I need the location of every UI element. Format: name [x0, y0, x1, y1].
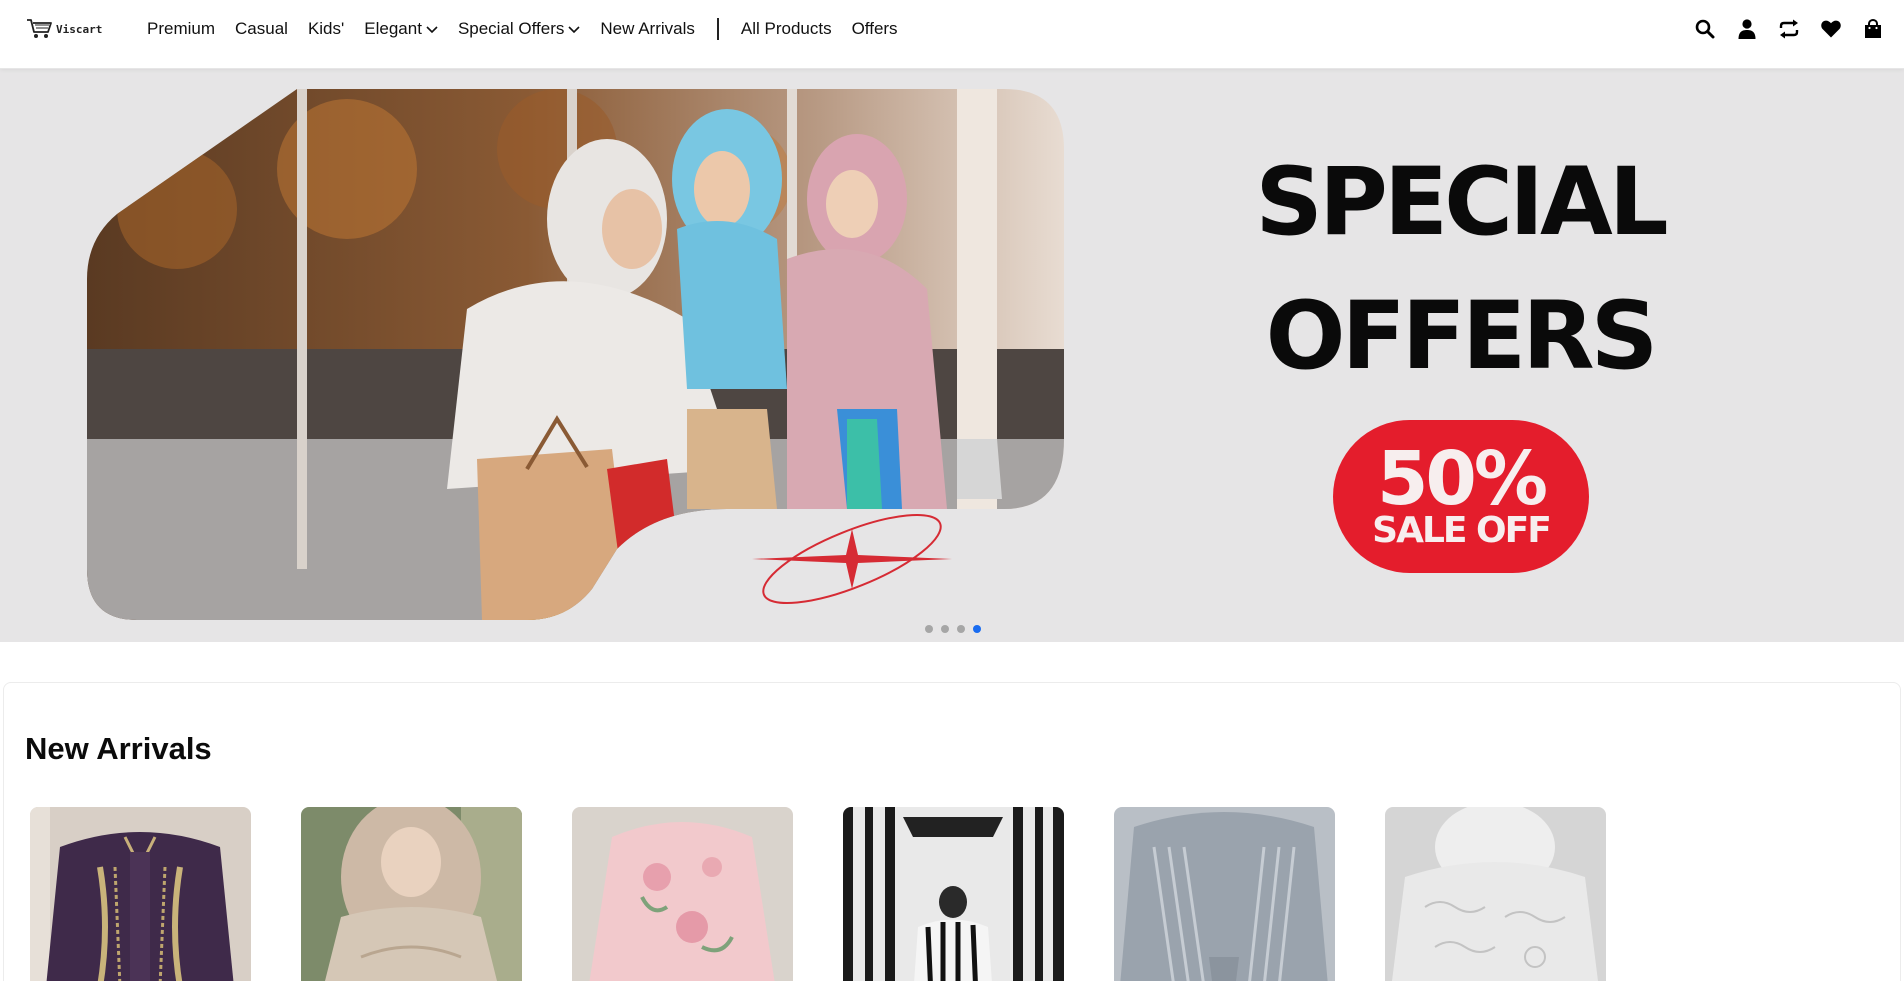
- nav-item-elegant[interactable]: Elegant: [364, 19, 438, 39]
- product-image: [1114, 807, 1335, 981]
- nav-item-special-offers[interactable]: Special Offers: [458, 19, 580, 39]
- nav-item-new-arrivals[interactable]: New Arrivals: [600, 19, 694, 39]
- search-icon[interactable]: [1694, 18, 1716, 40]
- product-image: [572, 807, 793, 981]
- product-image: [1385, 807, 1606, 981]
- product-card[interactable]: [843, 807, 1064, 981]
- product-card[interactable]: [301, 807, 522, 981]
- section-title: New Arrivals: [25, 731, 212, 766]
- product-list: [30, 807, 1656, 981]
- new-arrivals-section: New Arrivals: [3, 682, 1901, 981]
- carousel-dot[interactable]: [957, 625, 965, 633]
- carousel-dot[interactable]: [941, 625, 949, 633]
- chevron-down-icon: [426, 19, 438, 39]
- nav-item-premium[interactable]: Premium: [147, 19, 215, 39]
- header-actions: [1674, 17, 1884, 41]
- nav-label: Elegant: [364, 19, 422, 38]
- compare-icon[interactable]: [1778, 18, 1800, 40]
- product-image: [843, 807, 1064, 981]
- brand-name: Viscart: [56, 22, 103, 36]
- product-image: [301, 807, 522, 981]
- user-icon[interactable]: [1736, 18, 1758, 40]
- nav-label: Premium: [147, 19, 216, 38]
- nav-label: Offers: [851, 19, 898, 38]
- sale-badge: 50% SALE OFF: [1333, 420, 1589, 573]
- product-card[interactable]: [30, 807, 251, 981]
- site-header: Viscart Premium Casual Kids' Elegant Spe…: [0, 0, 1904, 69]
- product-card[interactable]: [1385, 807, 1606, 981]
- nav-label: Kids': [307, 19, 345, 38]
- nav-divider: [716, 18, 719, 40]
- sale-text: SALE OFF: [1372, 510, 1552, 551]
- nav-item-casual[interactable]: Casual: [235, 19, 288, 39]
- main-nav: Premium Casual Kids' Elegant Special Off…: [147, 17, 918, 41]
- hero-title-line1: SPECIAL: [1255, 148, 1668, 257]
- nav-item-offers[interactable]: Offers: [852, 19, 898, 39]
- chevron-down-icon: [568, 19, 580, 39]
- product-card[interactable]: [572, 807, 793, 981]
- heart-icon[interactable]: [1820, 18, 1842, 40]
- hero-image: [87, 89, 1064, 620]
- nav-label: Casual: [235, 19, 288, 38]
- shopping-cart-icon: [26, 17, 54, 41]
- nav-label: New Arrivals: [600, 19, 695, 38]
- hero-banner[interactable]: SPECIAL OFFERS 50% SALE OFF: [0, 69, 1904, 642]
- nav-item-kids[interactable]: Kids': [308, 19, 344, 39]
- nav-label: Special Offers: [457, 19, 565, 38]
- carousel-dots: [925, 625, 989, 633]
- brand-logo[interactable]: Viscart: [26, 17, 102, 41]
- product-card[interactable]: [1114, 807, 1335, 981]
- sale-percent: 50%: [1376, 436, 1548, 522]
- nav-item-all-products[interactable]: All Products: [741, 19, 832, 39]
- nav-label: All Products: [740, 19, 832, 38]
- shopping-bag-icon[interactable]: [1862, 18, 1884, 40]
- carousel-dot[interactable]: [925, 625, 933, 633]
- hero-title-line2: OFFERS: [1265, 282, 1659, 391]
- product-image: [30, 807, 251, 981]
- carousel-dot-active[interactable]: [973, 625, 981, 633]
